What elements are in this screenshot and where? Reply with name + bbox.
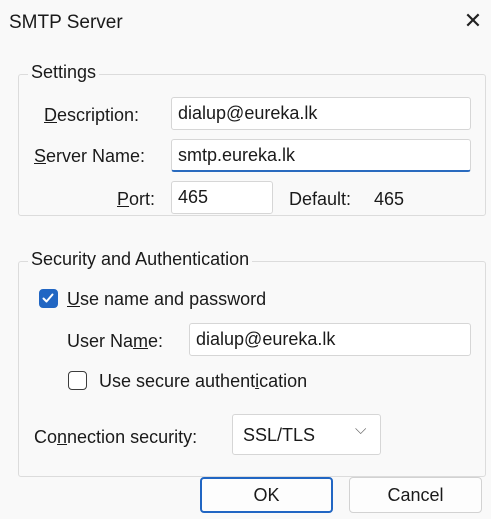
default-port-value: 465 (374, 189, 405, 209)
ok-button[interactable]: OK (200, 477, 333, 513)
use-name-password-label[interactable]: Use name and password (67, 289, 266, 310)
user-name-label: User Name: (67, 331, 164, 351)
checkmark-icon (42, 293, 54, 303)
chevron-down-icon: ⌵ (355, 421, 367, 438)
connection-security-value: SSL/TLS (243, 425, 316, 445)
use-secure-auth-checkbox[interactable] (68, 371, 87, 390)
connection-security-select[interactable]: SSL/TLS ⌵ (232, 414, 381, 455)
user-name-input[interactable]: dialup@eureka.lk (189, 323, 471, 356)
security-legend: Security and Authentication (28, 249, 253, 270)
use-name-password-checkbox[interactable] (39, 289, 58, 308)
close-icon[interactable]: ✕ (459, 7, 487, 35)
settings-legend: Settings (28, 62, 100, 83)
server-name-label: Server Name: (34, 146, 146, 166)
dialog-title: SMTP Server (9, 12, 123, 33)
port-input[interactable]: 465 (171, 181, 273, 214)
description-label: Description: (44, 105, 140, 125)
cancel-button[interactable]: Cancel (349, 477, 482, 513)
description-input[interactable]: dialup@eureka.lk (171, 97, 471, 130)
port-label: Port: (117, 189, 156, 209)
connection-security-label: Connection security: (34, 427, 198, 447)
server-name-input[interactable]: smtp.eureka.lk (171, 139, 471, 172)
use-secure-auth-label[interactable]: Use secure authentication (99, 371, 307, 392)
default-port-label: Default: (289, 189, 352, 209)
